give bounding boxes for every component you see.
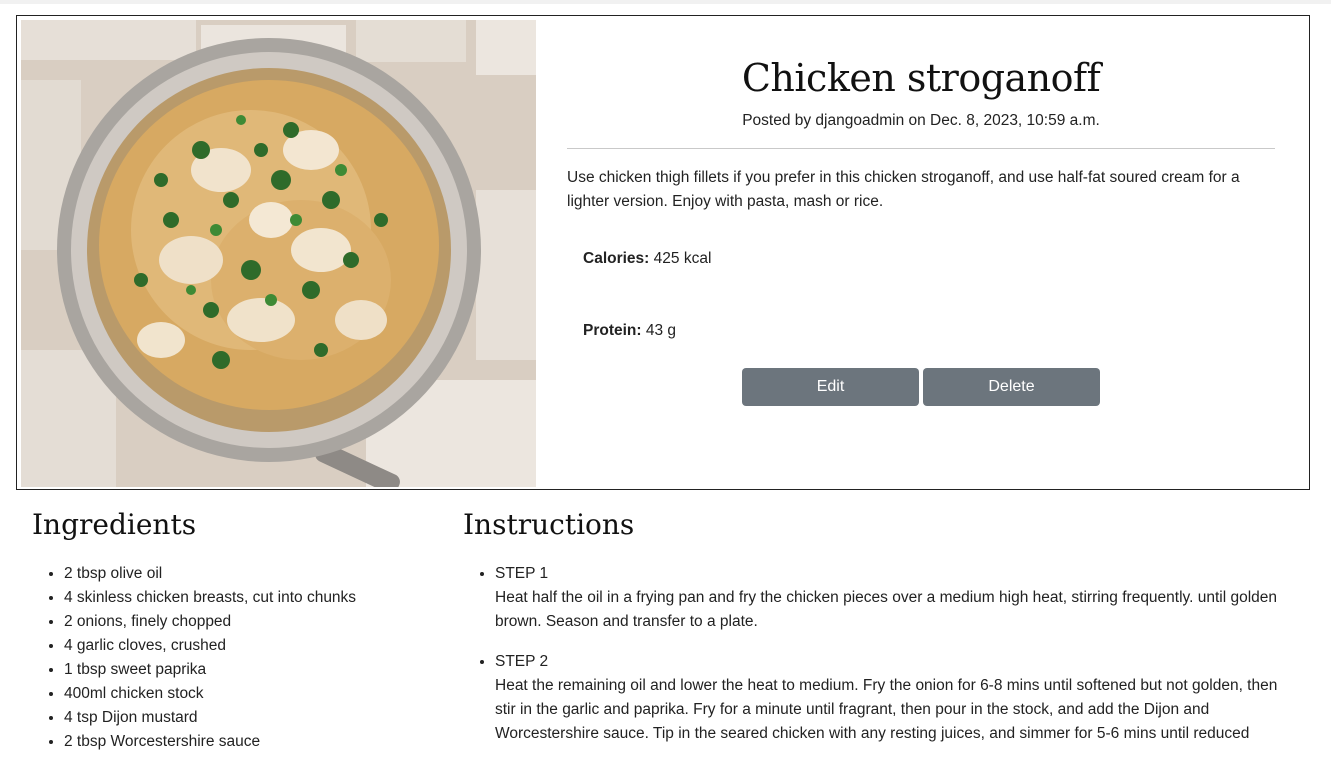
instructions-heading: Instructions bbox=[463, 508, 635, 541]
instruction-step: STEP 2 Heat the remaining oil and lower … bbox=[495, 650, 1293, 746]
ingredient-item: 4 garlic cloves, crushed bbox=[64, 634, 432, 658]
recipe-info: Chicken stroganoff Posted by djangoadmin… bbox=[567, 16, 1275, 406]
calories-value: 425 kcal bbox=[653, 250, 712, 267]
top-border bbox=[0, 0, 1331, 4]
ingredient-item: 400ml chicken stock bbox=[64, 682, 432, 706]
recipe-description: Use chicken thigh fillets if you prefer … bbox=[567, 169, 1240, 210]
protein-label: Protein: bbox=[583, 322, 642, 339]
delete-button[interactable]: Delete bbox=[923, 368, 1100, 406]
step-text: Heat the remaining oil and lower the hea… bbox=[495, 677, 1278, 742]
edit-button[interactable]: Edit bbox=[742, 368, 919, 406]
instruction-step: STEP 1 Heat half the oil in a frying pan… bbox=[495, 562, 1293, 634]
instructions-list: STEP 1 Heat half the oil in a frying pan… bbox=[463, 562, 1293, 746]
protein-value: 43 g bbox=[645, 322, 677, 339]
recipe-photo bbox=[21, 20, 536, 487]
ingredient-item: 1 tbsp sweet paprika bbox=[64, 658, 432, 682]
ingredient-item: 2 tbsp olive oil bbox=[64, 562, 432, 586]
ingredient-item: 4 tsp Dijon mustard bbox=[64, 706, 432, 730]
step-text: Heat half the oil in a frying pan and fr… bbox=[495, 589, 1278, 630]
ingredients-heading: Ingredients bbox=[32, 508, 197, 541]
divider bbox=[567, 148, 1275, 149]
recipe-title: Chicken stroganoff bbox=[741, 56, 1101, 100]
ingredient-item: 2 tbsp Worcestershire sauce bbox=[64, 730, 432, 754]
step-title: STEP 1 bbox=[495, 565, 549, 582]
calories-label: Calories: bbox=[583, 250, 650, 267]
protein-row: Protein: 43 g bbox=[583, 322, 1275, 340]
ingredients-section: Ingredients 2 tbsp olive oil 4 skinless … bbox=[32, 505, 432, 754]
instructions-section: Instructions STEP 1 Heat half the oil in… bbox=[463, 505, 1293, 762]
recipe-card: Chicken stroganoff Posted by djangoadmin… bbox=[16, 15, 1310, 490]
ingredient-item: 4 skinless chicken breasts, cut into chu… bbox=[64, 586, 432, 610]
action-buttons: Edit Delete bbox=[567, 368, 1275, 406]
recipe-byline: Posted by djangoadmin on Dec. 8, 2023, 1… bbox=[742, 112, 1100, 129]
calories-row: Calories: 425 kcal bbox=[583, 250, 1275, 268]
step-title: STEP 2 bbox=[495, 653, 549, 670]
ingredient-item: 2 onions, finely chopped bbox=[64, 610, 432, 634]
ingredients-list: 2 tbsp olive oil 4 skinless chicken brea… bbox=[32, 562, 432, 754]
